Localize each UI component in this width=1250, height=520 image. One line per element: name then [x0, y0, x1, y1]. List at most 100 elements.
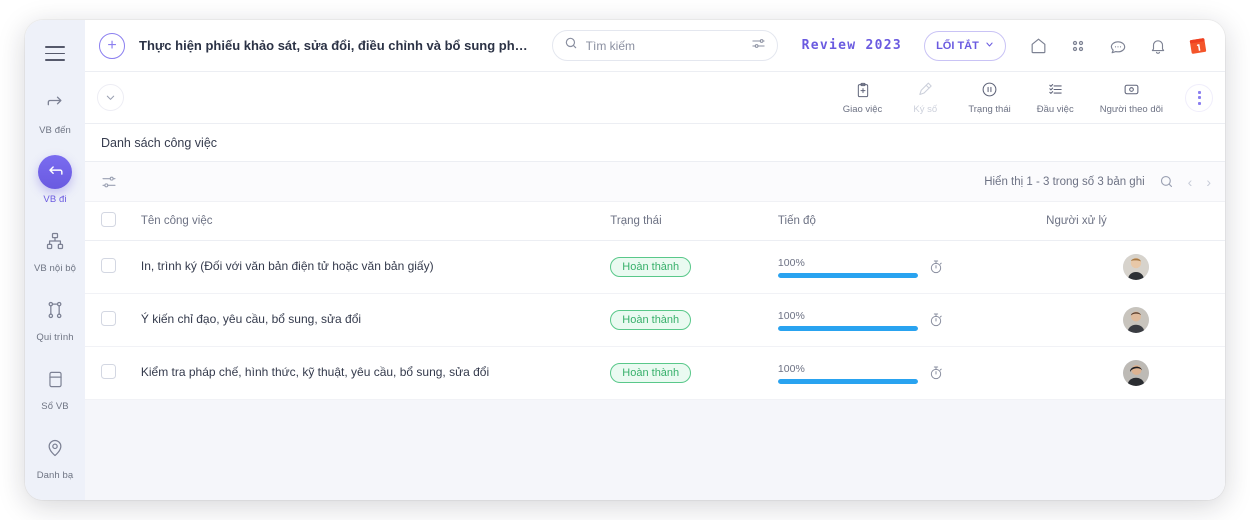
- task-assignee-cell: [1046, 293, 1225, 347]
- hamburger-icon[interactable]: [40, 45, 70, 62]
- column-header-name: Tên công việc: [140, 202, 611, 241]
- action-dau-viec[interactable]: Đầu việc: [1037, 80, 1074, 115]
- action-group: Giao việc Ký số Trạng thái Đầu việc Ngườ…: [843, 80, 1171, 115]
- sidebar-item-danh-ba[interactable]: Danh bạ: [25, 431, 85, 481]
- task-status-cell: Hoàn thành: [610, 240, 778, 294]
- sidebar-item-vb-den[interactable]: VB đến: [25, 86, 85, 136]
- action-label: Đầu việc: [1036, 104, 1074, 115]
- action-label: Ký số: [913, 104, 938, 115]
- progress-fill: [777, 378, 918, 384]
- top-bar: + Thực hiện phiếu khảo sát, sửa đổi, điề…: [85, 20, 1225, 72]
- sidebar-item-label: VB đi: [43, 194, 67, 205]
- table-row[interactable]: In, trình ký (Đối với văn bản điện tử ho…: [85, 240, 1225, 294]
- sliders-icon[interactable]: [751, 36, 766, 56]
- chevron-down-icon: [985, 40, 994, 52]
- table-toolbar-right: Hiển thị 1 - 3 trong số 3 bản ghi ‹ ›: [984, 174, 1211, 190]
- bell-icon[interactable]: [1147, 35, 1169, 57]
- timer-icon[interactable]: [928, 312, 944, 328]
- sidebar-item-qui-trinh[interactable]: Qui trình: [25, 293, 85, 343]
- sidebar-item-label: Qui trình: [36, 332, 74, 343]
- select-all-header: [85, 202, 141, 241]
- action-label: Trạng thái: [968, 104, 1011, 115]
- shortcut-label: LỐI TẮT: [936, 39, 979, 52]
- row-checkbox[interactable]: [101, 364, 116, 379]
- table-toolbar: Hiển thị 1 - 3 trong số 3 bản ghi ‹ ›: [85, 162, 1225, 202]
- task-progress-cell: 100%: [777, 240, 1047, 294]
- kebab-menu-icon[interactable]: [1185, 83, 1213, 112]
- filter-sliders-icon[interactable]: [101, 174, 117, 190]
- task-table: Tên công việc Trạng thái Tiến độ Người x…: [85, 202, 1225, 400]
- chevron-down-icon[interactable]: [97, 84, 124, 111]
- timer-icon[interactable]: [928, 365, 944, 381]
- home-icon[interactable]: [1027, 35, 1049, 57]
- app-window: VB đến VB đi VB nội bộ Qui trình Sổ VB D…: [25, 20, 1225, 500]
- shortcut-dropdown[interactable]: LỐI TẮT: [924, 30, 1006, 61]
- progress-track: [777, 272, 918, 278]
- task-assignee-cell: [1046, 240, 1225, 294]
- workflow-icon: [38, 293, 72, 327]
- task-progress-cell: 100%: [777, 346, 1047, 400]
- follower-icon: [1123, 80, 1140, 99]
- sidebar-item-so-vb[interactable]: Sổ VB: [25, 362, 85, 412]
- search-icon[interactable]: [1159, 174, 1174, 189]
- table-header-row: Tên công việc Trạng thái Tiến độ Người x…: [85, 202, 1225, 241]
- action-label: Giao việc: [842, 104, 883, 115]
- action-label: Người theo dõi: [1099, 104, 1163, 115]
- column-header-progress: Tiến độ: [777, 202, 1047, 241]
- row-select-cell: [85, 293, 141, 347]
- chat-icon[interactable]: [1107, 35, 1129, 57]
- sidebar-item-label: Sổ VB: [41, 401, 69, 412]
- action-ky-so[interactable]: Ký số: [908, 80, 942, 115]
- select-all-checkbox[interactable]: [101, 212, 116, 227]
- sidebar-item-vb-noi-bo[interactable]: VB nội bộ: [25, 224, 85, 274]
- add-button[interactable]: +: [99, 32, 125, 59]
- pause-circle-icon: [981, 80, 998, 99]
- search-box[interactable]: [551, 30, 778, 61]
- table-row[interactable]: Ý kiến chỉ đạo, yêu cầu, bổ sung, sửa đổ…: [85, 293, 1225, 347]
- sidebar: VB đến VB đi VB nội bộ Qui trình Sổ VB D…: [25, 20, 85, 500]
- action-bar: Giao việc Ký số Trạng thái Đầu việc Ngườ…: [85, 72, 1225, 124]
- next-page-button[interactable]: ›: [1206, 174, 1211, 190]
- calendar-logo-icon[interactable]: [1187, 35, 1209, 57]
- content-area: Danh sách công việc Hiển thị 1 - 3 trong…: [85, 124, 1225, 500]
- panel-title: Danh sách công việc: [85, 124, 1225, 162]
- prev-page-button[interactable]: ‹: [1188, 174, 1193, 190]
- task-assignee-cell: [1046, 346, 1225, 400]
- location-pin-icon: [38, 431, 72, 465]
- action-nguoi-theo-doi[interactable]: Người theo dõi: [1100, 80, 1163, 115]
- record-count-label: Hiển thị 1 - 3 trong số 3 bản ghi: [984, 175, 1145, 188]
- action-trang-thai[interactable]: Trạng thái: [968, 80, 1011, 115]
- avatar[interactable]: [1122, 307, 1149, 333]
- task-name: Kiểm tra pháp chế, hình thức, kỹ thuật, …: [140, 365, 490, 380]
- search-input[interactable]: [585, 38, 743, 53]
- search-icon: [564, 36, 578, 55]
- column-header-status: Trạng thái: [610, 202, 778, 241]
- topbar-icon-group: [1027, 35, 1211, 57]
- apps-grid-icon[interactable]: [1067, 35, 1089, 57]
- progress-fill: [777, 272, 918, 278]
- sidebar-item-label: Danh bạ: [36, 470, 74, 481]
- page-title: Thực hiện phiếu khảo sát, sửa đổi, điều …: [139, 38, 528, 53]
- org-chart-icon: [38, 224, 72, 258]
- clipboard-plus-icon: [855, 80, 871, 99]
- row-checkbox[interactable]: [101, 258, 116, 273]
- status-badge: Hoàn thành: [610, 257, 692, 277]
- task-name: In, trình ký (Đối với văn bản điện tử ho…: [140, 259, 434, 274]
- task-status-cell: Hoàn thành: [610, 293, 778, 347]
- table-row[interactable]: Kiểm tra pháp chế, hình thức, kỹ thuật, …: [85, 346, 1225, 400]
- status-badge: Hoàn thành: [610, 363, 692, 383]
- avatar[interactable]: [1122, 254, 1149, 280]
- status-badge: Hoàn thành: [610, 310, 692, 330]
- timer-icon[interactable]: [928, 259, 944, 275]
- avatar[interactable]: [1122, 360, 1149, 386]
- task-status-cell: Hoàn thành: [610, 346, 778, 400]
- arrow-left-icon: [38, 155, 72, 189]
- task-progress-cell: 100%: [777, 293, 1047, 347]
- progress-track: [777, 325, 918, 331]
- sidebar-item-vb-di[interactable]: VB đi: [25, 155, 85, 205]
- action-giao-viec[interactable]: Giao việc: [842, 80, 883, 115]
- task-list-panel: Danh sách công việc Hiển thị 1 - 3 trong…: [85, 124, 1225, 400]
- sidebar-item-label: VB nội bộ: [33, 263, 77, 274]
- signature-icon: [917, 80, 934, 99]
- row-checkbox[interactable]: [101, 311, 116, 326]
